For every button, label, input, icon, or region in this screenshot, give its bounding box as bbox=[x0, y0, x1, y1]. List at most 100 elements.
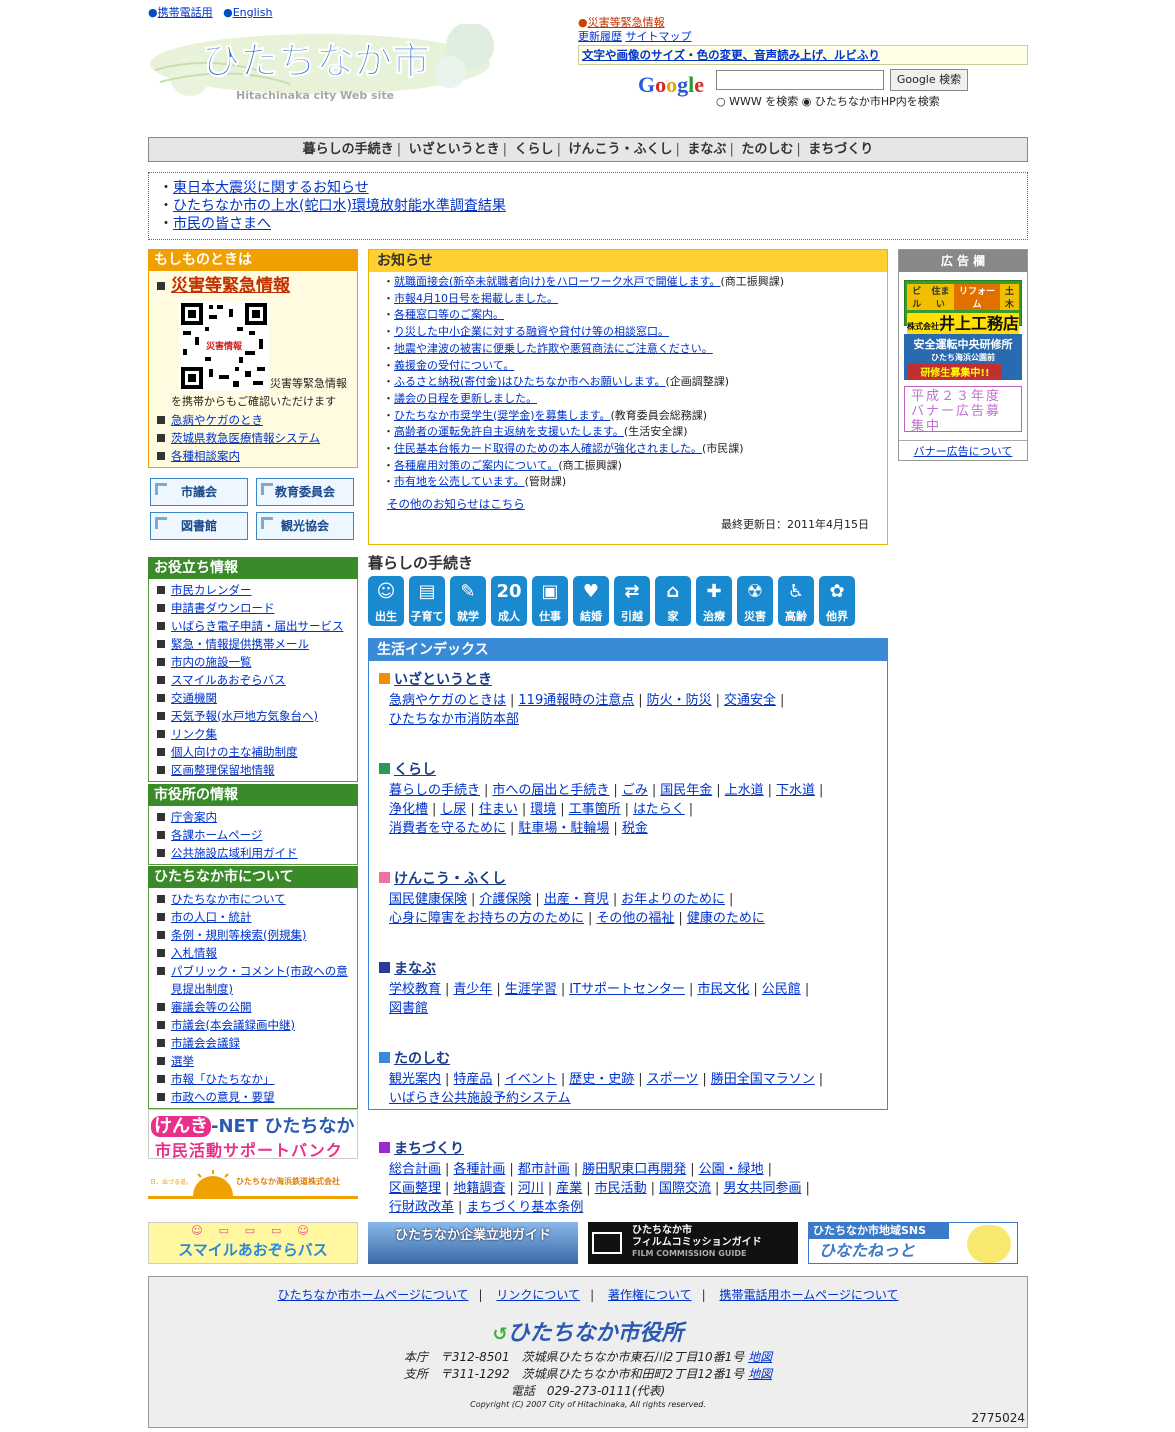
news-link[interactable]: 各種雇用対策のご案内について。 bbox=[394, 459, 558, 472]
life-index-link[interactable]: 各種計画 bbox=[453, 1162, 505, 1177]
news-link[interactable]: 住民基本台帳カード取得のための本人確認が強化されました。 bbox=[394, 442, 702, 455]
life-index-link[interactable]: 行財政改革 bbox=[389, 1200, 454, 1215]
ad-inoue-koumuten[interactable]: ビル 住まい リフォーム 土木 株式会社井上工務店 bbox=[904, 280, 1022, 335]
life-index-link[interactable]: ひたちなか市消防本部 bbox=[389, 712, 519, 727]
life-index-link[interactable]: 公園・緑地 bbox=[699, 1162, 764, 1177]
life-index-link[interactable]: 観光案内 bbox=[389, 1072, 441, 1087]
cityhall-link[interactable]: 庁舎案内 bbox=[171, 808, 217, 826]
about-link[interactable]: 市報「ひたちなか」 bbox=[171, 1070, 275, 1088]
useful-link[interactable]: 交通機関 bbox=[171, 689, 217, 707]
life-index-link[interactable]: 市民文化 bbox=[697, 982, 749, 997]
life-index-link[interactable]: ごみ bbox=[622, 783, 648, 798]
procedure-icon-button[interactable]: ☺ 出生 bbox=[368, 576, 404, 626]
life-index-link[interactable]: 国際交流 bbox=[659, 1181, 711, 1196]
procedure-icon-button[interactable]: ▣ 仕事 bbox=[532, 576, 568, 626]
life-index-link[interactable]: 歴史・史跡 bbox=[569, 1072, 634, 1087]
search-input[interactable] bbox=[716, 70, 884, 90]
search-button[interactable]: Google 検索 bbox=[890, 69, 968, 91]
genki-net-banner[interactable]: けんき -NET ひたちなか 市民活動サポートバンク bbox=[148, 1109, 358, 1160]
useful-link[interactable]: 区画整理保留地情報 bbox=[171, 761, 275, 779]
sitemap-link[interactable]: サイトマップ bbox=[626, 30, 692, 43]
procedure-icon-button[interactable]: ☢ 災害 bbox=[737, 576, 773, 626]
life-index-link[interactable]: 市への届出と手続き bbox=[492, 783, 609, 798]
life-index-link[interactable]: 男女共同参画 bbox=[723, 1181, 801, 1196]
about-link[interactable]: 入札情報 bbox=[171, 944, 217, 962]
life-category-heading[interactable]: まちづくり bbox=[379, 1138, 464, 1158]
map-link-main[interactable]: 地図 bbox=[748, 1350, 772, 1364]
procedure-icon-button[interactable]: ⇄ 引越 bbox=[614, 576, 650, 626]
useful-link[interactable]: リンク集 bbox=[171, 725, 217, 743]
about-link[interactable]: 選挙 bbox=[171, 1052, 194, 1070]
life-index-link[interactable]: 介護保険 bbox=[479, 892, 531, 907]
gnav-item-kurashi[interactable]: くらし bbox=[515, 142, 554, 157]
life-index-link[interactable]: 河川 bbox=[518, 1181, 544, 1196]
life-index-link[interactable]: 区画整理 bbox=[389, 1181, 441, 1196]
notice-link[interactable]: 市民の皆さまへ bbox=[173, 216, 271, 232]
emergency-info-link[interactable]: 災害等緊急情報 bbox=[171, 275, 290, 297]
site-logo[interactable]: ひたちなか市 Hitachinaka city Web site bbox=[150, 22, 500, 106]
gnav-item-machi[interactable]: まちづくり bbox=[808, 142, 873, 157]
more-news-link[interactable]: その他のお知らせはこちら bbox=[387, 497, 525, 511]
news-link[interactable]: り災した中小企業に対する融資や貸付け等の相談窓口。 bbox=[394, 325, 669, 338]
map-link-branch[interactable]: 地図 bbox=[748, 1367, 772, 1381]
notice-link[interactable]: ひたちなか市の上水(蛇口水)環境放射能水準調査結果 bbox=[173, 198, 506, 214]
life-index-link[interactable]: まちづくり基本条例 bbox=[466, 1200, 583, 1215]
news-link[interactable]: 市有地を公売しています。 bbox=[394, 475, 525, 488]
life-index-link[interactable]: 環境 bbox=[530, 802, 556, 817]
about-link[interactable]: 審議会等の公開 bbox=[171, 998, 252, 1016]
life-index-link[interactable]: 税金 bbox=[622, 821, 648, 836]
procedure-icon-button[interactable]: ▤ 子育て bbox=[409, 576, 445, 626]
life-index-link[interactable]: 119通報時の注意点 bbox=[518, 693, 634, 708]
life-index-link[interactable]: 下水道 bbox=[776, 783, 815, 798]
life-index-link[interactable]: はたらく bbox=[633, 802, 685, 817]
procedure-icon-button[interactable]: ✚ 治療 bbox=[696, 576, 732, 626]
useful-link[interactable]: いばらき電子申請・届出サービス bbox=[171, 617, 344, 635]
life-index-link[interactable]: 生涯学習 bbox=[505, 982, 557, 997]
procedure-icon-button[interactable]: ✿ 他界 bbox=[819, 576, 855, 626]
procedure-icon-button[interactable]: ♥ 結婚 bbox=[573, 576, 609, 626]
film-commission-banner[interactable]: ひたちなか市 フィルムコミッションガイド FILM COMMISSION GUI… bbox=[588, 1222, 798, 1264]
radio-www[interactable]: ○ bbox=[716, 95, 726, 108]
life-index-link[interactable]: 出産・育児 bbox=[544, 892, 609, 907]
gnav-item-kenkou[interactable]: けんこう・ふくし bbox=[568, 142, 672, 157]
life-category-heading[interactable]: たのしむ bbox=[379, 1048, 450, 1068]
life-index-link[interactable]: ITサポートセンター bbox=[569, 982, 685, 997]
accessibility-link[interactable]: 文字や画像のサイズ・色の変更、音声読み上げ、ルビふり bbox=[582, 48, 880, 62]
about-link[interactable]: 市議会会議録 bbox=[171, 1034, 240, 1052]
life-index-link[interactable]: し尿 bbox=[440, 802, 466, 817]
cityhall-link[interactable]: 公共施設広域利用ガイド bbox=[171, 844, 298, 862]
notice-link[interactable]: 東日本大震災に関するお知らせ bbox=[173, 180, 369, 196]
footer-link[interactable]: リンクについて bbox=[496, 1288, 580, 1302]
radio-site[interactable]: ◉ bbox=[802, 95, 812, 108]
life-index-link[interactable]: 特産品 bbox=[453, 1072, 492, 1087]
english-link[interactable]: English bbox=[233, 6, 273, 19]
procedure-icon-button[interactable]: 20 成人 bbox=[491, 576, 527, 626]
life-category-heading[interactable]: くらし bbox=[379, 759, 436, 779]
footer-link[interactable]: 携帯電話用ホームページについて bbox=[719, 1288, 898, 1302]
news-link[interactable]: 各種窓口等のご案内。 bbox=[394, 308, 504, 321]
footer-link[interactable]: ひたちなか市ホームページについて bbox=[277, 1288, 468, 1302]
useful-link[interactable]: 個人向けの主な補助制度 bbox=[171, 743, 298, 761]
life-index-link[interactable]: 心身に障害をお持ちの方のために bbox=[389, 911, 584, 926]
emergency-sub-link[interactable]: 各種相談案内 bbox=[171, 447, 240, 465]
ad-banner-recruit[interactable]: 平成２３年度バナー広告募集中 bbox=[904, 386, 1022, 434]
life-index-link[interactable]: 国民年金 bbox=[660, 783, 712, 798]
gnav-item-tetsuzuki[interactable]: 暮らしの手続き bbox=[303, 142, 394, 157]
life-index-link[interactable]: 暮らしの手続き bbox=[389, 783, 480, 798]
life-index-link[interactable]: スポーツ bbox=[647, 1072, 699, 1087]
useful-link[interactable]: 市民カレンダー bbox=[171, 581, 252, 599]
life-index-link[interactable]: 上水道 bbox=[725, 783, 764, 798]
news-link[interactable]: 高齢者の運転免許自主返納を支援いたします。 bbox=[394, 425, 624, 438]
procedure-icon-button[interactable]: ⌂ 家 bbox=[655, 576, 691, 626]
business-guide-banner[interactable]: ひたちなか企業立地ガイド bbox=[368, 1222, 578, 1264]
news-link[interactable]: 議会の日程を更新しました。 bbox=[394, 392, 537, 405]
procedure-icon-button[interactable]: ✎ 就学 bbox=[450, 576, 486, 626]
life-index-link[interactable]: 都市計画 bbox=[518, 1162, 570, 1177]
life-index-link[interactable]: 消費者を守るために bbox=[389, 821, 506, 836]
mobile-link[interactable]: 携帯電話用 bbox=[158, 6, 213, 19]
news-link[interactable]: 地震や津波の被害に便乗した詐欺や悪質商法にご注意ください。 bbox=[394, 342, 713, 355]
life-index-link[interactable]: イベント bbox=[505, 1072, 557, 1087]
life-index-link[interactable]: 国民健康保険 bbox=[389, 892, 467, 907]
life-index-link[interactable]: 急病やケガのときは bbox=[389, 693, 506, 708]
useful-link[interactable]: 緊急・情報提供携帯メール bbox=[171, 635, 309, 653]
